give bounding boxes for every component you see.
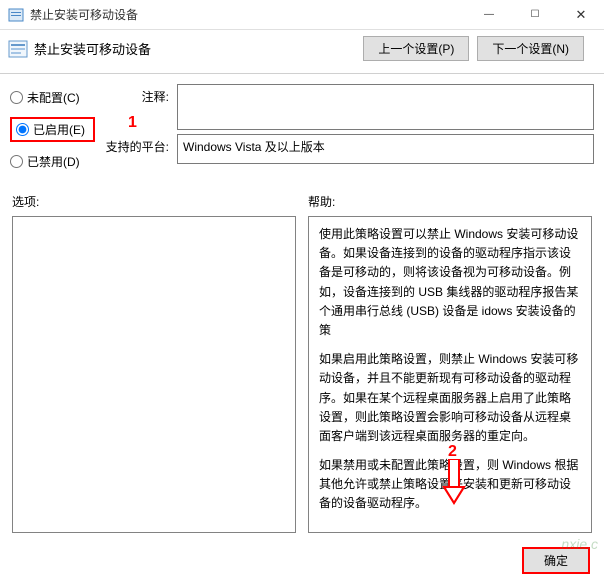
- radio-not-configured[interactable]: [10, 91, 23, 104]
- close-button[interactable]: ✕: [558, 0, 604, 30]
- state-radios: 未配置(C) 已启用(E) 已禁用(D): [10, 86, 95, 181]
- help-label: 帮助:: [308, 193, 592, 210]
- radio-disabled-label[interactable]: 已禁用(D): [27, 153, 80, 170]
- comment-input[interactable]: [177, 84, 594, 130]
- help-p1: 使用此策略设置可以禁止 Windows 安装可移动设备。如果设备连接到的设备的驱…: [319, 225, 581, 340]
- platform-label: 支持的平台:: [105, 134, 169, 155]
- platform-box: Windows Vista 及以上版本: [177, 134, 594, 164]
- policy-header-icon: [8, 39, 28, 59]
- help-p2: 如果启用此策略设置，则禁止 Windows 安装可移动设备，并且不能更新现有可移…: [319, 350, 581, 446]
- annotation-1: 1: [128, 114, 137, 132]
- header: 禁止安装可移动设备 上一个设置(P) 下一个设置(N): [0, 30, 604, 73]
- arrow-icon: [440, 459, 468, 510]
- options-panel[interactable]: [12, 216, 296, 533]
- policy-icon: [8, 7, 24, 23]
- radio-disabled[interactable]: [10, 155, 23, 168]
- maximize-button[interactable]: ☐: [512, 0, 558, 30]
- lower-section: 选项: 帮助: 使用此策略设置可以禁止 Windows 安装可移动设备。如果设备…: [0, 185, 604, 537]
- page-title: 禁止安装可移动设备: [34, 39, 363, 58]
- prev-setting-button[interactable]: 上一个设置(P): [363, 36, 469, 61]
- window-title: 禁止安装可移动设备: [30, 6, 466, 23]
- radio-enabled-label[interactable]: 已启用(E): [33, 121, 85, 138]
- next-setting-button[interactable]: 下一个设置(N): [477, 36, 584, 61]
- options-label: 选项:: [12, 193, 296, 210]
- window-buttons: — ☐ ✕: [466, 0, 604, 30]
- radio-enabled[interactable]: [16, 123, 29, 136]
- titlebar: 禁止安装可移动设备 — ☐ ✕: [0, 0, 604, 30]
- ok-button[interactable]: 确定: [522, 547, 590, 574]
- radio-not-configured-label[interactable]: 未配置(C): [27, 89, 80, 106]
- config-section: 未配置(C) 已启用(E) 已禁用(D) 注释: 支持的平台: Windows …: [0, 82, 604, 185]
- minimize-button[interactable]: —: [466, 0, 512, 30]
- comment-label: 注释:: [105, 84, 169, 105]
- footer: 确定: [0, 537, 604, 584]
- divider: [0, 73, 604, 74]
